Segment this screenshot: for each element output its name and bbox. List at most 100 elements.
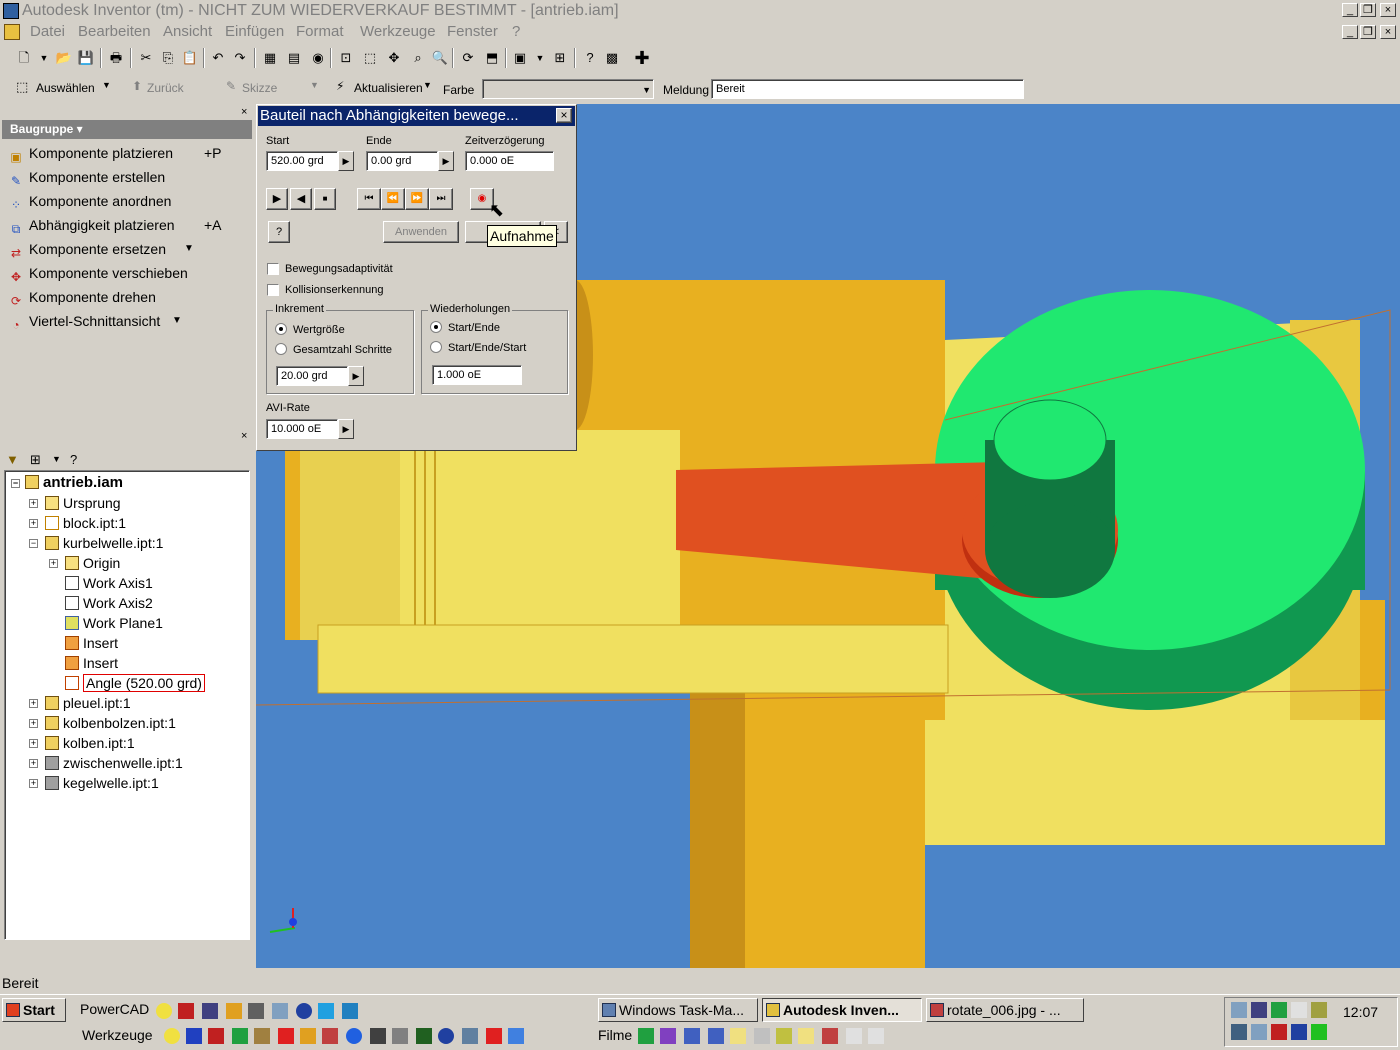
folder-icon-1[interactable] bbox=[730, 1028, 746, 1044]
panel-close-icon[interactable]: × bbox=[241, 106, 247, 118]
tool-icon-15[interactable] bbox=[486, 1028, 502, 1044]
film-icon-6[interactable] bbox=[754, 1028, 770, 1044]
start-button[interactable]: Start bbox=[2, 998, 66, 1022]
repeat-input[interactable]: 1.000 oE bbox=[432, 365, 522, 385]
film-icon-10[interactable] bbox=[846, 1028, 862, 1044]
go-end-button[interactable]: ⏭ bbox=[429, 188, 453, 210]
zoom-window-icon[interactable]: ⬚ bbox=[360, 48, 380, 68]
apply-button[interactable]: Anwenden bbox=[383, 221, 459, 243]
tool-icon-3[interactable] bbox=[208, 1028, 224, 1044]
color-dropdown-icon[interactable]: ▼ bbox=[642, 81, 651, 99]
tree-node-pleuel[interactable]: + pleuel.ipt:1 bbox=[29, 693, 131, 713]
display-mode-dropdown-icon[interactable]: ▼ bbox=[530, 48, 550, 68]
cmd-place-component[interactable]: ▣ Komponente platzieren +P bbox=[8, 142, 221, 164]
menu-einfuegen[interactable]: Einfügen bbox=[225, 22, 284, 42]
tree-node-work-axis1[interactable]: Work Axis1 bbox=[65, 573, 153, 593]
cmd-move-component[interactable]: ✥ Komponente verschieben bbox=[8, 262, 188, 284]
browser-view-icon[interactable]: ⊞ bbox=[30, 452, 41, 468]
update-dropdown-icon[interactable]: ▼ bbox=[423, 80, 432, 90]
step-back-button[interactable]: ⏪ bbox=[381, 188, 405, 210]
parts-list-icon[interactable]: ▤ bbox=[284, 48, 304, 68]
print-icon[interactable]: 🖶 bbox=[106, 48, 126, 68]
bulb-icon[interactable] bbox=[156, 1003, 172, 1019]
whats-this-icon[interactable]: ▩ bbox=[602, 48, 622, 68]
tree-node-kurbelwelle[interactable]: − kurbelwelle.ipt:1 bbox=[29, 533, 163, 553]
end-input[interactable]: 0.00 grd bbox=[366, 151, 438, 171]
delay-input[interactable]: 0.000 oE bbox=[465, 151, 554, 171]
open-icon[interactable]: 📂 bbox=[54, 48, 74, 68]
browser-help-icon[interactable]: ? bbox=[70, 452, 77, 467]
doc-restore-button[interactable]: ❐ bbox=[1360, 25, 1376, 39]
tray-icon-9[interactable] bbox=[1291, 1024, 1307, 1040]
zoom-all-icon[interactable]: ⊡ bbox=[336, 48, 356, 68]
browser-close-icon[interactable]: × bbox=[241, 430, 247, 442]
color-wheel-icon[interactable]: ◉ bbox=[308, 48, 328, 68]
tool-icon-10[interactable] bbox=[370, 1028, 386, 1044]
tray-icon-8[interactable] bbox=[1271, 1024, 1287, 1040]
doc-close-button[interactable]: × bbox=[1380, 25, 1396, 39]
tree-node-origin-root[interactable]: + Ursprung bbox=[29, 493, 121, 513]
tree-node-work-axis2[interactable]: Work Axis2 bbox=[65, 593, 153, 613]
menu-fenster[interactable]: Fenster bbox=[447, 22, 498, 42]
avi-rate-spin-button[interactable]: ▶ bbox=[338, 419, 354, 439]
tool-icon-14[interactable] bbox=[462, 1028, 478, 1044]
collision-checkbox[interactable] bbox=[267, 284, 279, 296]
rotate-icon[interactable]: ⟳ bbox=[458, 48, 478, 68]
tool-icon-1[interactable] bbox=[164, 1028, 180, 1044]
tray-icon-5[interactable] bbox=[1311, 1002, 1327, 1018]
tool-icon-16[interactable] bbox=[508, 1028, 524, 1044]
replace-dropdown-icon[interactable]: ▼ bbox=[184, 238, 194, 260]
app-icon-3[interactable] bbox=[226, 1003, 242, 1019]
tool-icon-6[interactable] bbox=[278, 1028, 294, 1044]
tree-node-insert-1[interactable]: Insert bbox=[65, 633, 118, 653]
film-icon-7[interactable] bbox=[776, 1028, 792, 1044]
start-spin-button[interactable]: ▶ bbox=[338, 151, 354, 171]
tree-node-insert-2[interactable]: Insert bbox=[65, 653, 118, 673]
new-dropdown-icon[interactable]: ▼ bbox=[34, 48, 54, 68]
minimize-button[interactable]: _ bbox=[1342, 3, 1358, 17]
end-spin-button[interactable]: ▶ bbox=[438, 151, 454, 171]
section-dropdown-icon[interactable]: ▼ bbox=[172, 310, 182, 332]
save-icon[interactable]: 💾 bbox=[76, 48, 96, 68]
step-forward-button[interactable]: ⏩ bbox=[405, 188, 429, 210]
tree-node-origin[interactable]: + Origin bbox=[49, 553, 120, 573]
app-icon-7[interactable] bbox=[318, 1003, 334, 1019]
select-button[interactable]: Auswählen bbox=[36, 81, 95, 95]
menu-werkzeuge[interactable]: Werkzeuge bbox=[360, 22, 436, 42]
add-toolbar-icon[interactable]: ✚ bbox=[632, 48, 652, 68]
dialog-close-button[interactable]: × bbox=[556, 108, 572, 123]
menu-bearbeiten[interactable]: Bearbeiten bbox=[78, 22, 151, 42]
app-icon-6[interactable] bbox=[296, 1003, 312, 1019]
zoom-icon[interactable]: ⌕ bbox=[408, 48, 428, 68]
cmd-quarter-section[interactable]: ◔ Viertel-Schnittansicht ▼ bbox=[8, 310, 182, 332]
tree-node-kolben[interactable]: + kolben.ipt:1 bbox=[29, 733, 135, 753]
sketch-dropdown-icon[interactable]: ▼ bbox=[310, 80, 319, 90]
redo-icon[interactable]: ↷ bbox=[230, 48, 250, 68]
tray-icon-10[interactable] bbox=[1311, 1024, 1327, 1040]
total-steps-radio[interactable] bbox=[275, 343, 287, 355]
dialog-help-button[interactable]: ? bbox=[268, 221, 290, 243]
motion-adaptivity-checkbox[interactable] bbox=[267, 263, 279, 275]
cmd-create-component[interactable]: ✎ Komponente erstellen bbox=[8, 166, 165, 188]
start-end-start-radio[interactable] bbox=[430, 341, 442, 353]
menu-format[interactable]: Format bbox=[296, 22, 344, 42]
color-select[interactable]: ▼ bbox=[482, 79, 654, 99]
film-icon-1[interactable] bbox=[638, 1028, 654, 1044]
folder-icon-2[interactable] bbox=[798, 1028, 814, 1044]
zoom-selected-icon[interactable]: 🔍 bbox=[430, 48, 450, 68]
tool-icon-8[interactable] bbox=[322, 1028, 338, 1044]
app-icon-8[interactable] bbox=[342, 1003, 358, 1019]
word-icon[interactable] bbox=[186, 1028, 202, 1044]
look-at-icon[interactable]: ⬒ bbox=[482, 48, 502, 68]
select-dropdown-icon[interactable]: ▼ bbox=[102, 80, 111, 90]
paste-icon[interactable]: 📋 bbox=[180, 48, 200, 68]
pan-icon[interactable]: ✥ bbox=[384, 48, 404, 68]
tray-icon-7[interactable] bbox=[1251, 1024, 1267, 1040]
tool-icon-13[interactable] bbox=[438, 1028, 454, 1044]
task-button-inventor[interactable]: Autodesk Inven... bbox=[762, 998, 922, 1022]
close-button[interactable]: × bbox=[1380, 3, 1396, 17]
app-icon-4[interactable] bbox=[248, 1003, 264, 1019]
film-icon-2[interactable] bbox=[660, 1028, 676, 1044]
tool-icon-12[interactable] bbox=[416, 1028, 432, 1044]
increment-spin-button[interactable]: ▶ bbox=[348, 366, 364, 386]
